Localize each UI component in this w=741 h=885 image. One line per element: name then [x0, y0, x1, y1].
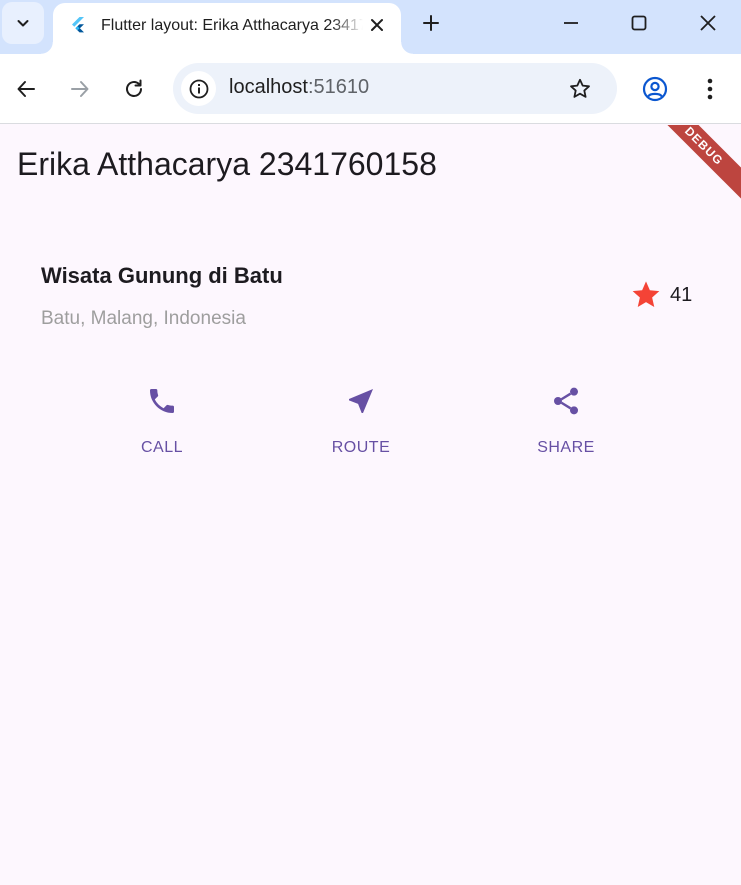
action-icon-wrap	[548, 383, 584, 419]
maximize-icon	[631, 15, 647, 31]
reload-icon	[126, 79, 142, 97]
browser-tab-active[interactable]: Flutter layout: Erika Atthacarya 2341760…	[41, 3, 413, 54]
star-outline-icon	[570, 78, 590, 98]
more-vert-icon	[707, 78, 713, 100]
tab-strip: Flutter layout: Erika Atthacarya 2341760…	[0, 0, 741, 54]
action-icon-wrap	[144, 383, 180, 419]
near-me-icon	[349, 389, 373, 413]
close-window-button[interactable]	[695, 10, 721, 36]
address-bar[interactable]: localhost:51610	[173, 63, 617, 114]
phone-icon	[150, 389, 174, 413]
star-icon	[632, 281, 660, 307]
arrow-left-icon	[17, 81, 35, 97]
chevron-down-icon	[17, 20, 29, 27]
rating: 41	[630, 279, 692, 311]
minimize-icon	[564, 22, 578, 24]
app-page: Erika Atthacarya 2341760158 DEBUG Wisata…	[0, 125, 741, 885]
action-icon-wrap	[343, 383, 379, 419]
route-button[interactable]: ROUTE	[301, 383, 421, 457]
debug-banner: DEBUG	[643, 125, 741, 207]
tab-title: Flutter layout: Erika Atthacarya 2341760…	[101, 17, 363, 34]
rating-count: 41	[670, 283, 693, 306]
new-tab-button[interactable]	[418, 10, 444, 36]
back-button[interactable]	[12, 75, 40, 103]
place-name: Wisata Gunung di Batu	[41, 263, 283, 288]
plus-icon	[423, 15, 439, 31]
close-icon	[371, 19, 383, 31]
profile-button[interactable]	[641, 75, 669, 103]
maximize-button[interactable]	[626, 10, 652, 36]
browser-toolbar: localhost:51610	[0, 54, 741, 124]
tab-close-button[interactable]	[366, 14, 388, 36]
share-label: SHARE	[537, 439, 595, 456]
bookmark-button[interactable]	[566, 75, 594, 103]
share-icon	[554, 387, 578, 415]
browser-menu-button[interactable]	[696, 75, 724, 103]
account-circle-icon	[642, 76, 668, 102]
tab-search-button[interactable]	[2, 2, 44, 44]
route-label: ROUTE	[331, 439, 391, 456]
forward-button[interactable]	[66, 75, 94, 103]
url-host: localhost	[229, 76, 308, 98]
url-port: :51610	[307, 76, 370, 98]
minimize-button[interactable]	[558, 10, 584, 36]
reload-button[interactable]	[120, 75, 148, 103]
call-button[interactable]: CALL	[102, 383, 222, 457]
url-text: localhost:51610	[229, 76, 369, 99]
flutter-logo-icon	[72, 17, 84, 33]
place-location: Batu, Malang, Indonesia	[41, 308, 246, 329]
arrow-right-icon	[71, 81, 89, 97]
share-button[interactable]: SHARE	[506, 383, 626, 457]
page-title: Erika Atthacarya 2341760158	[17, 146, 437, 182]
site-info-button[interactable]	[181, 71, 216, 106]
call-label: CALL	[140, 439, 184, 456]
close-icon	[700, 15, 716, 31]
info-icon	[189, 79, 208, 98]
